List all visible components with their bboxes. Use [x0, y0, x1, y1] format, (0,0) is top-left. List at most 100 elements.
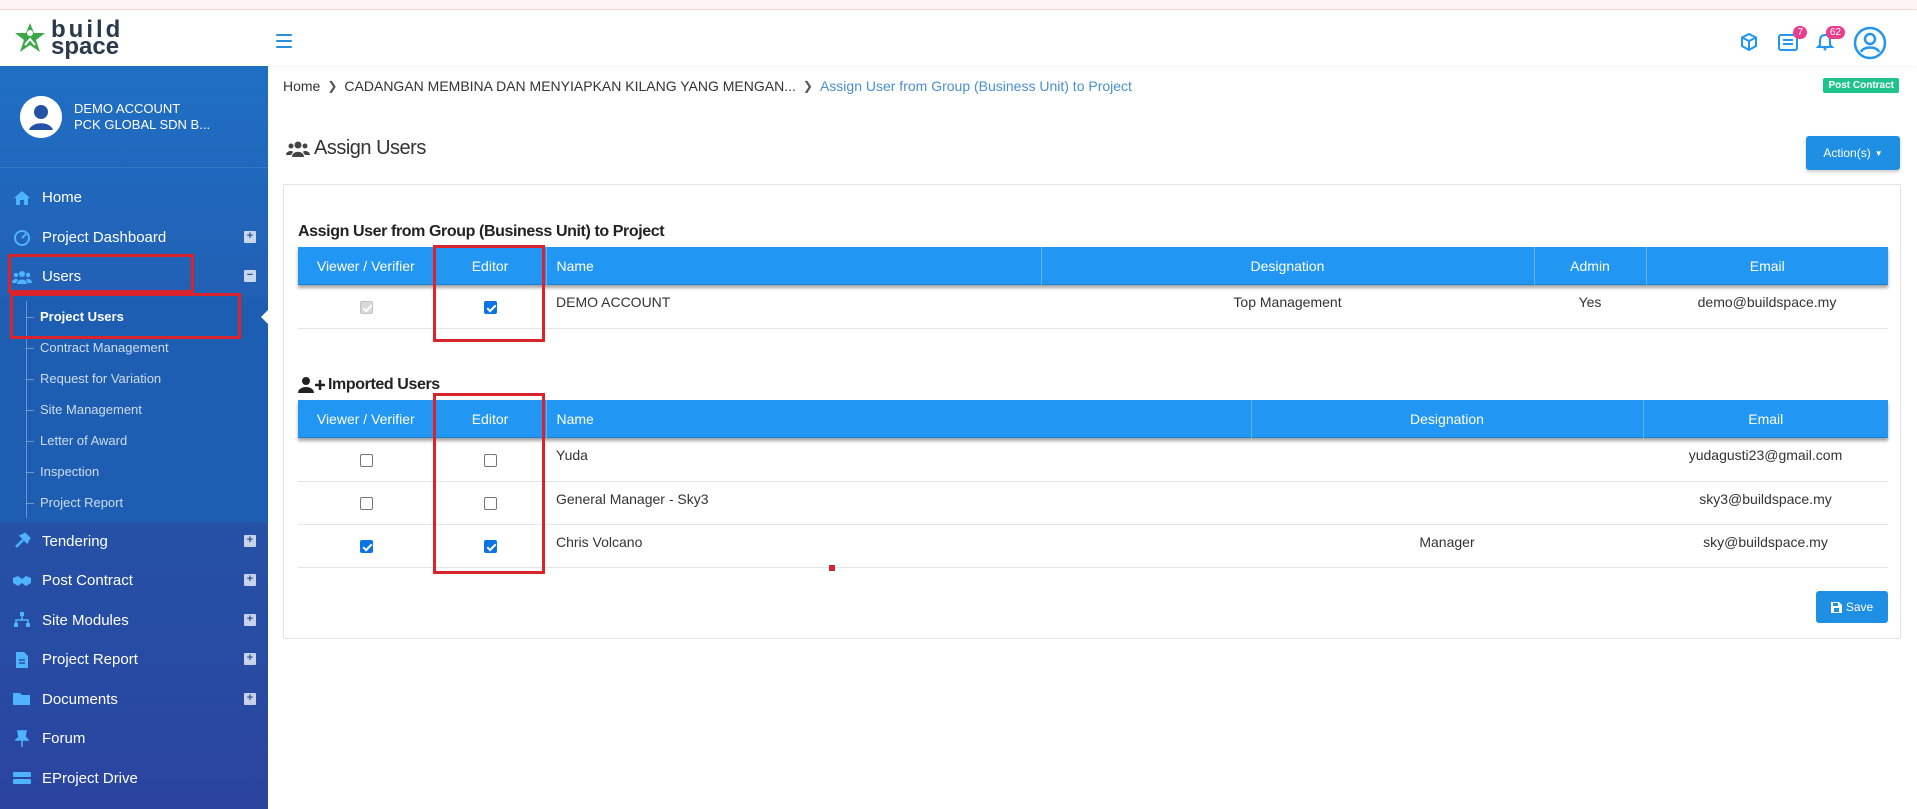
column-header: Admin — [1534, 247, 1647, 285]
save-button[interactable]: Save — [1816, 591, 1888, 623]
group-section-title: Assign User from Group (Business Unit) t… — [298, 223, 665, 240]
user-name: Yuda — [546, 438, 1251, 482]
column-header: Viewer / Verifier — [298, 247, 435, 285]
imported-section-title-text: Imported Users — [328, 376, 440, 393]
sidebar-subitem-letter-of-award[interactable]: Letter of Award — [0, 424, 268, 456]
column-header: Email — [1643, 400, 1888, 438]
file-icon — [12, 650, 32, 670]
viewer-checkbox[interactable] — [359, 497, 373, 511]
sitemap-icon — [12, 610, 32, 630]
expand-icon[interactable]: + — [244, 230, 256, 243]
sidebar-item-tendering[interactable]: Tendering + — [0, 522, 268, 562]
user-email: sky3@buildspace.my — [1643, 481, 1888, 525]
home-icon — [12, 188, 32, 208]
column-header: Viewer / Verifier — [298, 400, 435, 438]
sidebar-item-project-report[interactable]: Project Report + — [0, 640, 268, 680]
expand-icon[interactable]: + — [244, 613, 256, 626]
user-designation — [1251, 481, 1643, 525]
bell-icon[interactable]: 62 — [1815, 26, 1845, 54]
user-designation: Top Management — [1041, 285, 1534, 329]
sidebar-subitem-label: Contract Management — [40, 339, 169, 355]
collapse-icon[interactable]: − — [244, 270, 256, 282]
chevron-right-icon: ❯ — [802, 79, 813, 93]
viewer-checkbox[interactable] — [359, 540, 373, 554]
column-header: Designation — [1041, 247, 1535, 285]
cube-icon[interactable] — [1739, 32, 1761, 54]
sidebar-subitem-site-management[interactable]: Site Management — [0, 393, 268, 425]
status-badge: Post Contract — [1823, 78, 1899, 93]
expand-icon[interactable]: + — [244, 692, 256, 705]
sidebar-item-label: Home — [42, 189, 83, 207]
highlight-box-editor-imported — [433, 393, 545, 574]
viewer-checkbox[interactable] — [359, 454, 373, 468]
chevron-right-icon: ❯ — [327, 79, 338, 93]
viewer-checkbox — [359, 301, 373, 315]
column-header: Designation — [1251, 400, 1644, 438]
sidebar-item-label: Tendering — [42, 532, 108, 550]
buildspace-logo[interactable]: build space — [13, 16, 123, 60]
highlight-box-project-users — [10, 293, 241, 339]
sidebar-item-project-dashboard[interactable]: Project Dashboard + — [0, 218, 268, 258]
column-header: Name — [546, 400, 1252, 438]
sidebar-subitem-request-for-variation[interactable]: Request for Variation — [0, 362, 268, 394]
highlight-box-users — [8, 254, 194, 293]
sidebar-subitem-label: Request for Variation — [40, 370, 162, 386]
caret-down-icon: ▼ — [1874, 148, 1883, 158]
user-email: demo@buildspace.my — [1646, 285, 1888, 329]
save-label: Save — [1845, 600, 1874, 614]
sidebar-item-label: Post Contract — [42, 572, 133, 590]
sidebar-item-eproject-drive[interactable]: EProject Drive — [0, 759, 268, 799]
sidebar-subitem-label: Inspection — [40, 463, 100, 479]
sidebar-subitem-label: Project Report — [40, 494, 124, 510]
user-name: Chris Volcano — [546, 524, 1251, 568]
top-bar: build space 7 62 — [0, 10, 1917, 66]
handshake-icon — [12, 571, 32, 591]
dashboard-icon — [12, 227, 32, 247]
sidebar: DEMO ACCOUNT PCK GLOBAL SDN B... Home Pr… — [0, 66, 269, 809]
sidebar-subitem-label: Site Management — [40, 401, 142, 417]
highlight-box-editor-group — [433, 245, 545, 342]
alerts-badge: 62 — [1825, 26, 1845, 39]
expand-icon[interactable]: + — [244, 534, 256, 547]
breadcrumb: Home ❯ CADANGAN MEMBINA DAN MENYIAPKAN K… — [283, 78, 1132, 94]
sidebar-subitem-project-report[interactable]: Project Report — [0, 486, 268, 518]
sidebar-subitem-inspection[interactable]: Inspection — [0, 455, 268, 487]
avatar — [20, 95, 62, 138]
actions-label: Action(s) — [1823, 146, 1871, 160]
user-email: yudagusti23@gmail.com — [1643, 438, 1888, 482]
sidebar-item-site-modules[interactable]: Site Modules + — [0, 601, 268, 641]
breadcrumb-project[interactable]: CADANGAN MEMBINA DAN MENYIAPKAN KILANG Y… — [344, 78, 795, 94]
user-name: DEMO ACCOUNT — [546, 285, 1041, 329]
column-header: Name — [546, 247, 1042, 285]
profile-panel[interactable]: DEMO ACCOUNT PCK GLOBAL SDN B... — [0, 66, 268, 168]
drive-icon — [12, 768, 32, 788]
tasks-badge: 7 — [1793, 26, 1807, 39]
breadcrumb-home[interactable]: Home — [283, 78, 320, 94]
sidebar-item-label: Documents — [42, 690, 118, 708]
user-account-icon[interactable] — [1853, 26, 1887, 60]
expand-icon[interactable]: + — [244, 653, 256, 665]
logo-text-space: space — [51, 33, 120, 60]
profile-company: PCK GLOBAL SDN B... — [74, 116, 211, 132]
user-name: General Manager - Sky3 — [546, 481, 1251, 525]
annotation-dot — [829, 565, 835, 571]
sidebar-item-label: Forum — [42, 730, 86, 748]
hamburger-menu-icon[interactable] — [276, 34, 292, 48]
users-icon — [286, 141, 310, 157]
sidebar-item-label: EProject Drive — [42, 769, 138, 787]
sidebar-item-home[interactable]: Home — [0, 178, 268, 218]
profile-name: DEMO ACCOUNT — [74, 100, 181, 116]
expand-icon[interactable]: + — [244, 574, 256, 586]
floppy-disk-icon — [1830, 601, 1842, 613]
sidebar-item-post-contract[interactable]: Post Contract + — [0, 561, 268, 601]
actions-dropdown-button[interactable]: Action(s) ▼ — [1806, 136, 1900, 170]
sidebar-subitem-label: Letter of Award — [40, 432, 128, 448]
user-designation: Manager — [1251, 524, 1643, 568]
sidebar-item-documents[interactable]: Documents + — [0, 680, 268, 720]
user-admin: Yes — [1534, 285, 1646, 329]
sidebar-item-forum[interactable]: Forum — [0, 719, 268, 759]
sidebar-item-label: Site Modules — [42, 611, 129, 629]
user-designation — [1251, 438, 1643, 482]
tasks-icon[interactable]: 7 — [1777, 26, 1807, 54]
sidebar-item-label: Project Dashboard — [42, 228, 167, 246]
